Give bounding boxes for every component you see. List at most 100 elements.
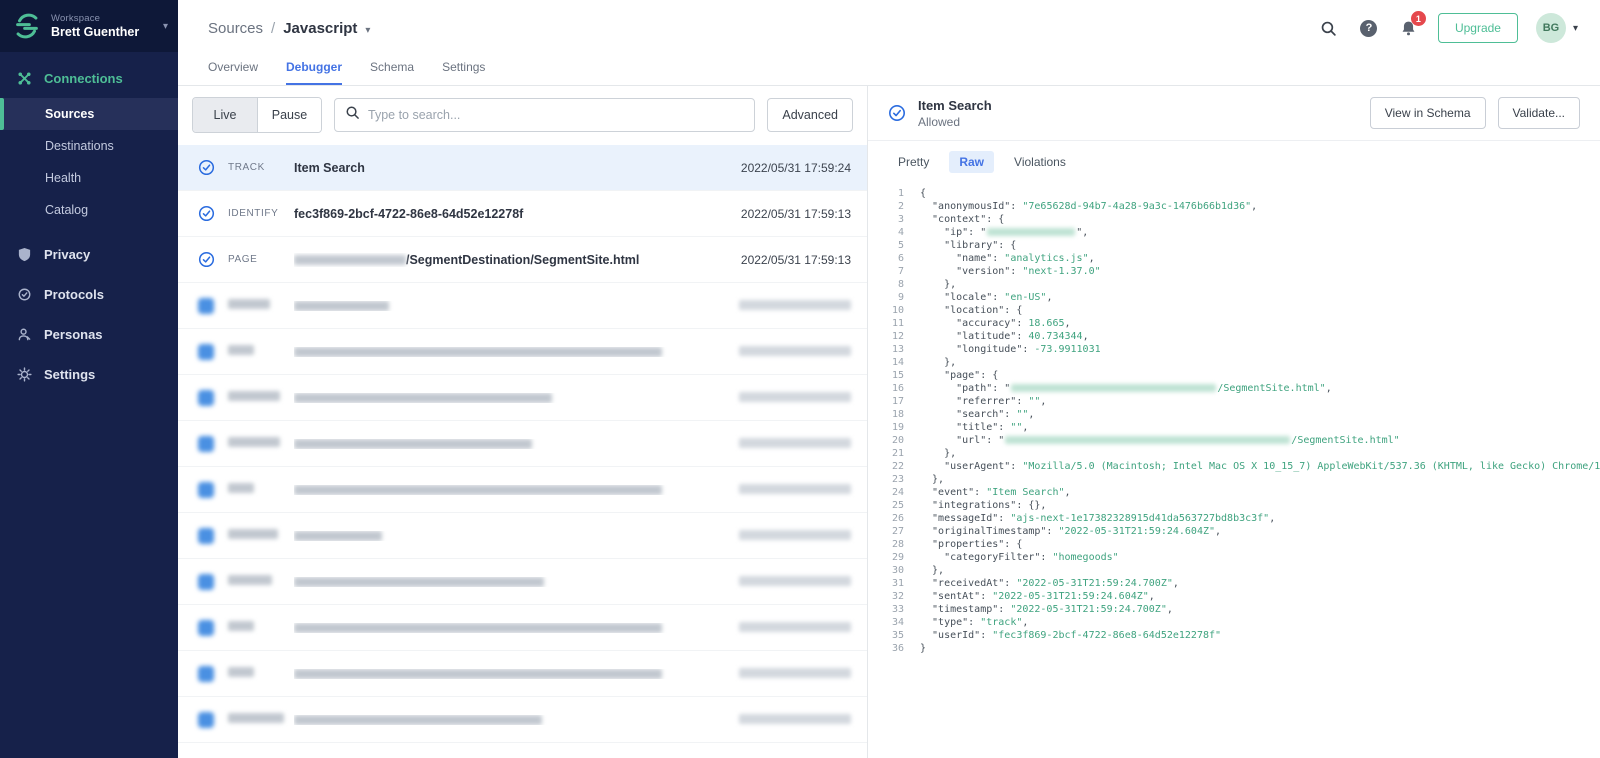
sidebar-item-label: Sources — [45, 107, 94, 121]
help-icon[interactable]: ? — [1358, 17, 1380, 39]
line-number: 31 — [868, 577, 904, 590]
code-line: 22 "userAgent": "Mozilla/5.0 (Macintosh;… — [868, 460, 1600, 473]
code-line: 8 }, — [868, 278, 1600, 291]
view-in-schema-button[interactable]: View in Schema — [1370, 97, 1486, 129]
code-line: 4 "ip": "", — [868, 226, 1600, 239]
redacted-timestamp — [739, 622, 851, 632]
advanced-button[interactable]: Advanced — [767, 98, 853, 132]
code-line: 31 "receivedAt": "2022-05-31T21:59:24.70… — [868, 577, 1600, 590]
payload-tab-raw[interactable]: Raw — [949, 151, 994, 173]
sidebar-item-label: Privacy — [44, 247, 90, 262]
chevron-down-icon: ▾ — [163, 21, 168, 32]
sidebar-item-connections[interactable]: Connections — [0, 58, 178, 98]
redacted-timestamp — [739, 484, 851, 494]
payload-view-tabs: Pretty Raw Violations — [868, 141, 1600, 181]
redacted-timestamp — [739, 392, 851, 402]
source-tabs: Overview Debugger Schema Settings — [178, 56, 1600, 86]
redacted-type — [228, 437, 280, 447]
search-icon — [345, 105, 360, 125]
event-type: TRACK — [228, 162, 294, 173]
breadcrumb-separator: / — [271, 20, 275, 37]
topbar: Sources / Javascript ▾ ? 1 — [178, 0, 1600, 56]
event-row-redacted[interactable] — [178, 375, 867, 421]
event-detail-title: Item Search — [918, 98, 992, 113]
event-row[interactable]: TRACKItem Search2022/05/31 17:59:24 — [178, 145, 867, 191]
sidebar-item-health[interactable]: Health — [0, 162, 178, 194]
source-switcher-caret-icon[interactable]: ▾ — [365, 25, 370, 36]
payload-tab-violations[interactable]: Violations — [1004, 151, 1076, 173]
notifications-bell-icon[interactable]: 1 — [1398, 17, 1420, 39]
breadcrumb-sources-link[interactable]: Sources — [208, 20, 263, 37]
line-number: 3 — [868, 213, 904, 226]
code-line: 19 "title": "", — [868, 421, 1600, 434]
event-row-redacted[interactable] — [178, 651, 867, 697]
tab-schema[interactable]: Schema — [370, 60, 414, 85]
sidebar-item-personas[interactable]: Personas — [0, 314, 178, 354]
sidebar-item-destinations[interactable]: Destinations — [0, 130, 178, 162]
tab-debugger[interactable]: Debugger — [286, 60, 342, 85]
code-line: 2 "anonymousId": "7e65628d-94b7-4a28-9a3… — [868, 200, 1600, 213]
validate-button[interactable]: Validate... — [1498, 97, 1580, 129]
search-icon[interactable] — [1318, 17, 1340, 39]
account-menu[interactable]: BG ▾ — [1536, 13, 1578, 43]
redacted-event-icon — [198, 298, 214, 314]
redacted-event-icon — [198, 574, 214, 590]
redacted-event-icon — [198, 712, 214, 728]
live-button[interactable]: Live — [193, 98, 257, 132]
code-line: 29 "categoryFilter": "homegoods" — [868, 551, 1600, 564]
line-number: 23 — [868, 473, 904, 486]
event-check-icon — [198, 159, 215, 176]
line-number: 14 — [868, 356, 904, 369]
event-row-redacted[interactable] — [178, 329, 867, 375]
redacted-type — [228, 529, 278, 539]
settings-icon — [14, 366, 34, 382]
event-detail-header: Item Search Allowed View in Schema Valid… — [868, 86, 1600, 141]
redacted-type — [228, 391, 280, 401]
event-row-redacted[interactable] — [178, 467, 867, 513]
line-number: 26 — [868, 512, 904, 525]
redacted-type — [228, 621, 254, 631]
event-row[interactable]: IDENTIFYfec3f869-2bcf-4722-86e8-64d52e12… — [178, 191, 867, 237]
tab-settings[interactable]: Settings — [442, 60, 485, 85]
upgrade-button[interactable]: Upgrade — [1438, 13, 1518, 43]
redacted-name — [294, 577, 544, 587]
line-number: 17 — [868, 395, 904, 408]
line-number: 20 — [868, 434, 904, 447]
event-row-redacted[interactable] — [178, 283, 867, 329]
sidebar-item-catalog[interactable]: Catalog — [0, 194, 178, 226]
line-number: 12 — [868, 330, 904, 343]
line-number: 22 — [868, 460, 904, 473]
tab-overview[interactable]: Overview — [208, 60, 258, 85]
sidebar-item-protocols[interactable]: Protocols — [0, 274, 178, 314]
redacted-name — [294, 669, 662, 679]
sidebar-item-label: Protocols — [44, 287, 104, 302]
payload-tab-pretty[interactable]: Pretty — [888, 151, 939, 173]
event-list: TRACKItem Search2022/05/31 17:59:24IDENT… — [178, 145, 867, 758]
event-row-redacted[interactable] — [178, 605, 867, 651]
event-search-input[interactable] — [368, 108, 744, 122]
line-number: 19 — [868, 421, 904, 434]
line-number: 11 — [868, 317, 904, 330]
event-timestamp: 2022/05/31 17:59:13 — [741, 207, 851, 221]
redacted-type — [228, 575, 272, 585]
event-row-redacted[interactable] — [178, 421, 867, 467]
code-line: 30 }, — [868, 564, 1600, 577]
protocols-icon — [14, 286, 34, 302]
pause-button[interactable]: Pause — [257, 98, 321, 132]
line-number: 33 — [868, 603, 904, 616]
sidebar-item-privacy[interactable]: Privacy — [0, 234, 178, 274]
event-row-redacted[interactable] — [178, 697, 867, 743]
line-number: 4 — [868, 226, 904, 239]
workspace-switcher[interactable]: Workspace Brett Guenther ▾ — [0, 0, 178, 52]
line-number: 15 — [868, 369, 904, 382]
event-row-redacted[interactable] — [178, 559, 867, 605]
sidebar-item-settings[interactable]: Settings — [0, 354, 178, 394]
redacted-event-icon — [198, 436, 214, 452]
code-line: 28 "properties": { — [868, 538, 1600, 551]
sidebar-item-sources[interactable]: Sources — [0, 98, 178, 130]
redacted-event-icon — [198, 482, 214, 498]
event-row-redacted[interactable] — [178, 513, 867, 559]
event-row[interactable]: PAGE/SegmentDestination/SegmentSite.html… — [178, 237, 867, 283]
redacted-timestamp — [739, 668, 851, 678]
redacted-timestamp — [739, 346, 851, 356]
